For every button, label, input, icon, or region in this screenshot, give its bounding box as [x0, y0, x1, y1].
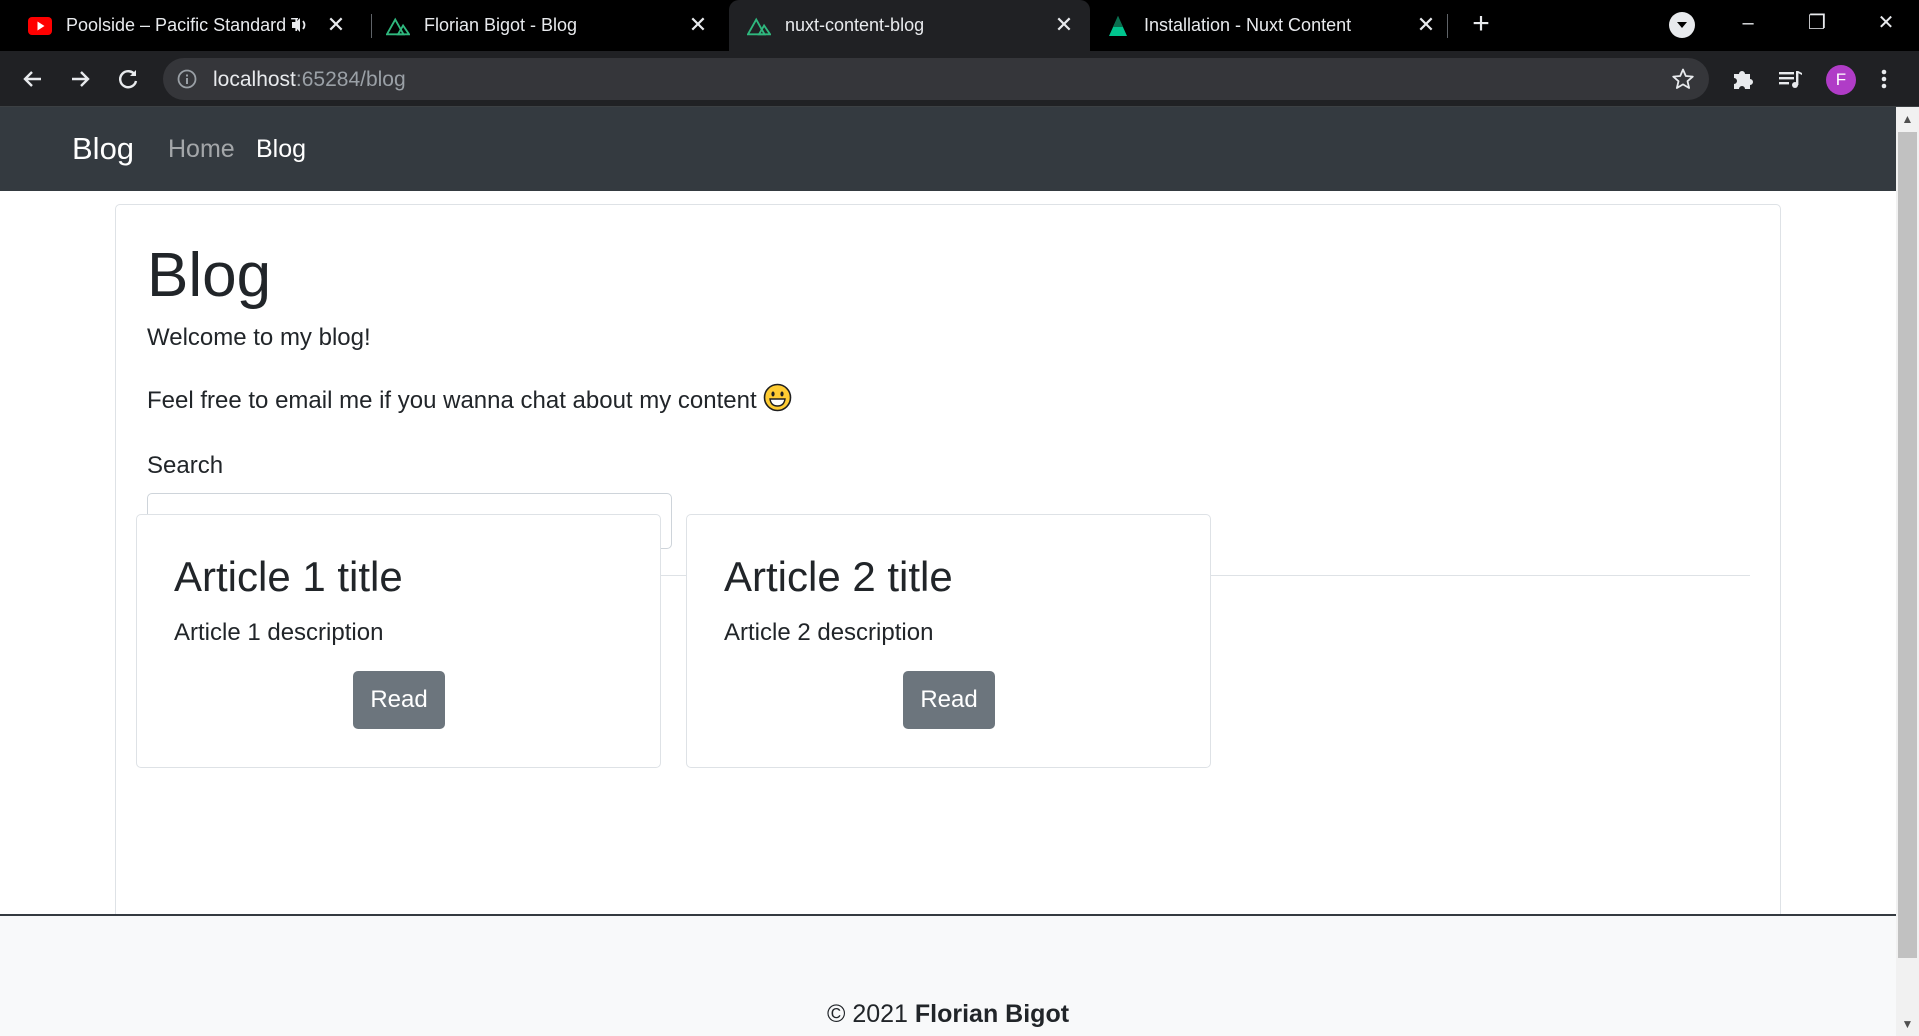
speaker-icon[interactable]	[290, 15, 310, 35]
page-title: Blog	[147, 241, 272, 310]
page-viewport: Blog Home Blog Blog Welcome to my blog! …	[0, 107, 1896, 1036]
url-text[interactable]: localhost:65284/blog	[213, 68, 406, 92]
read-article-button[interactable]: Read	[903, 671, 995, 729]
scroll-down-arrow-icon[interactable]: ▼	[1896, 1014, 1919, 1034]
url-path: :65284/blog	[295, 68, 406, 91]
intro-text: Welcome to my blog!	[147, 324, 371, 351]
address-bar[interactable]: localhost:65284/blog	[163, 58, 1709, 100]
tab-florian-blog[interactable]: Florian Bigot - Blog ✕	[362, 0, 724, 51]
tab-close-icon[interactable]: ✕	[1052, 13, 1076, 37]
nuxt-icon	[386, 14, 410, 38]
nuxt-content-icon	[1106, 14, 1130, 38]
tab-title: Poolside – Pacific Standard Ti	[66, 15, 298, 35]
article-description: Article 1 description	[174, 619, 384, 646]
reload-icon[interactable]	[114, 65, 142, 93]
grinning-face-emoji-icon	[763, 383, 792, 412]
browser-toolbar: localhost:65284/blog F	[0, 51, 1919, 107]
contact-text: Feel free to email me if you wanna chat …	[147, 383, 792, 415]
tab-close-icon[interactable]: ✕	[324, 13, 348, 37]
article-description: Article 2 description	[724, 619, 934, 646]
article-title: Article 2 title	[724, 553, 953, 600]
tab-separator	[1447, 14, 1448, 38]
back-icon[interactable]	[19, 65, 47, 93]
tab-installation-nuxt-content[interactable]: Installation - Nuxt Content ✕	[1090, 0, 1452, 51]
nav-link-home[interactable]: Home	[168, 135, 235, 164]
new-tab-button[interactable]: +	[1467, 9, 1495, 39]
navbar-brand[interactable]: Blog	[72, 131, 134, 167]
article-card: Article 2 title Article 2 description Re…	[686, 514, 1211, 768]
tab-nuxt-content-blog[interactable]: nuxt-content-blog ✕	[729, 0, 1090, 51]
read-article-button[interactable]: Read	[353, 671, 445, 729]
footer-author-name: Florian Bigot	[914, 1000, 1070, 1028]
nav-link-blog[interactable]: Blog	[256, 135, 306, 164]
contact-text-label: Feel free to email me if you wanna chat …	[147, 387, 757, 414]
search-label: Search	[147, 452, 224, 479]
extensions-puzzle-icon[interactable]	[1729, 65, 1757, 93]
tab-title: nuxt-content-blog	[785, 15, 925, 35]
article-title: Article 1 title	[174, 553, 403, 600]
bookmark-star-icon[interactable]	[1671, 67, 1695, 91]
tab-strip: Poolside – Pacific Standard Ti ✕ Florian…	[0, 0, 1919, 51]
scroll-up-arrow-icon[interactable]: ▲	[1896, 109, 1919, 129]
footer-copyright-prefix: © 2021	[826, 1000, 915, 1028]
tab-search-button[interactable]	[1669, 12, 1695, 38]
youtube-icon	[28, 14, 52, 38]
tab-close-icon[interactable]: ✕	[1414, 13, 1438, 37]
profile-avatar[interactable]: F	[1826, 65, 1856, 95]
article-card: Article 1 title Article 1 description Re…	[136, 514, 661, 768]
site-footer: © 2021 Florian Bigot	[0, 914, 1896, 1036]
footer-copyright: © 2021 Florian Bigot	[0, 1000, 1896, 1029]
tab-close-icon[interactable]: ✕	[686, 13, 710, 37]
forward-icon[interactable]	[66, 65, 94, 93]
tab-title: Florian Bigot - Blog	[424, 15, 578, 35]
site-navbar: Blog Home Blog	[0, 107, 1896, 191]
media-control-icon[interactable]	[1776, 65, 1804, 93]
url-host: localhost	[213, 68, 296, 91]
minimize-button[interactable]: –	[1733, 8, 1763, 38]
scrollbar-thumb[interactable]	[1898, 132, 1917, 958]
close-window-button[interactable]: ✕	[1871, 8, 1901, 38]
tab-poolside[interactable]: Poolside – Pacific Standard Ti ✕	[0, 0, 362, 51]
nuxt-icon	[747, 14, 771, 38]
restore-button[interactable]: ❐	[1802, 8, 1832, 38]
site-info-icon[interactable]	[177, 69, 197, 89]
more-menu-icon[interactable]	[1874, 65, 1894, 93]
tab-title: Installation - Nuxt Content	[1144, 15, 1352, 35]
